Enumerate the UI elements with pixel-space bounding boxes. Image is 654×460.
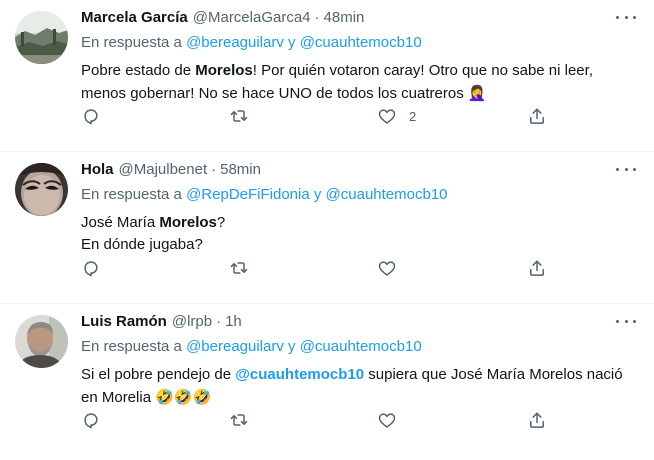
- share-button[interactable]: [527, 256, 547, 280]
- reply-mention[interactable]: @bereaguilarv: [186, 34, 284, 51]
- separator: ·: [216, 312, 222, 330]
- reply-icon: [84, 109, 98, 125]
- share-icon: [530, 412, 544, 428]
- reply-icon: [84, 413, 98, 429]
- tweet-header: Hola @Majulbenet · 58min: [81, 158, 638, 180]
- reply-icon: [84, 261, 98, 277]
- emoji: 🤦‍♀️: [467, 84, 487, 102]
- tweet-text: Pobre estado de Morelos! Por quién votar…: [81, 60, 638, 105]
- avatar[interactable]: [15, 163, 68, 216]
- emoji: 🤣🤣🤣: [155, 388, 212, 406]
- retweet-button[interactable]: [229, 104, 249, 128]
- reply-context: En respuesta a @bereaguilarv y @cuauhtem…: [81, 32, 638, 54]
- reply-prefix: En respuesta a: [81, 34, 182, 51]
- avatar[interactable]: [15, 315, 68, 368]
- display-name[interactable]: Luis Ramón: [81, 313, 167, 330]
- reply-context: En respuesta a @RepDeFiFidonia y @cuauht…: [81, 184, 638, 206]
- tweet-actions: 2: [81, 104, 551, 128]
- reply-button[interactable]: [81, 104, 101, 128]
- share-button[interactable]: [527, 104, 547, 128]
- reply-mention[interactable]: @cuauhtemocb10: [300, 34, 422, 51]
- reply-button[interactable]: [81, 256, 101, 280]
- reply-mention[interactable]: @cuauhtemocb10: [300, 338, 422, 355]
- retweet-icon: [230, 414, 248, 426]
- text-segment: En dónde jugaba?: [81, 236, 203, 253]
- reply-mention[interactable]: @RepDeFiFidonia: [186, 186, 310, 203]
- user-handle[interactable]: @lrpb: [172, 313, 212, 330]
- reply-prefix: En respuesta a: [81, 338, 182, 355]
- timeline: Marcela García @MarcelaGarca4 · 48min En…: [0, 0, 654, 456]
- timestamp[interactable]: 58min: [220, 161, 261, 178]
- retweet-button[interactable]: [229, 256, 249, 280]
- tweet-header: Marcela García @MarcelaGarca4 · 48min: [81, 6, 638, 28]
- tweet-text: José María Morelos? En dónde jugaba?: [81, 212, 638, 256]
- tweet-header: Luis Ramón @lrpb · 1h: [81, 310, 638, 332]
- tweet[interactable]: Luis Ramón @lrpb · 1h En respuesta a @be…: [0, 304, 654, 456]
- reply-join: y: [313, 186, 322, 203]
- tweet[interactable]: Marcela García @MarcelaGarca4 · 48min En…: [0, 0, 654, 152]
- like-button[interactable]: 2: [377, 104, 416, 128]
- user-handle[interactable]: @MarcelaGarca4: [193, 9, 311, 26]
- display-name[interactable]: Hola: [81, 161, 114, 178]
- display-name[interactable]: Marcela García: [81, 9, 188, 26]
- text-segment: Pobre estado de: [81, 62, 196, 79]
- tweet-content: Luis Ramón @lrpb · 1h En respuesta a @be…: [81, 310, 638, 409]
- tweet-actions: [81, 256, 551, 280]
- more-options-icon[interactable]: [616, 10, 636, 24]
- reply-join: y: [288, 338, 296, 355]
- reply-mention[interactable]: @bereaguilarv: [186, 338, 284, 355]
- timestamp[interactable]: 1h: [225, 313, 242, 330]
- share-icon: [530, 108, 544, 124]
- text-segment: José María: [81, 214, 160, 231]
- tweet-text: Si el pobre pendejo de @cuauhtemocb10 su…: [81, 364, 638, 409]
- like-icon: [378, 109, 396, 124]
- share-icon: [530, 260, 544, 276]
- timestamp[interactable]: 48min: [324, 9, 365, 26]
- share-button[interactable]: [527, 408, 547, 432]
- separator: ·: [314, 8, 320, 26]
- user-handle[interactable]: @Majulbenet: [119, 161, 208, 178]
- like-count: 2: [409, 108, 417, 124]
- separator: ·: [211, 160, 217, 178]
- like-icon: [378, 413, 396, 428]
- text-segment: Si el pobre pendejo de: [81, 366, 236, 383]
- text-segment: Morelos: [159, 214, 217, 231]
- reply-join: y: [288, 34, 296, 51]
- like-button[interactable]: [377, 408, 409, 432]
- reply-mention[interactable]: @cuauhtemocb10: [326, 186, 448, 203]
- like-icon: [378, 261, 396, 276]
- mention-link[interactable]: @cuauhtemocb10: [235, 366, 364, 383]
- landscape-photo-image: [15, 11, 68, 64]
- tweet-content: Marcela García @MarcelaGarca4 · 48min En…: [81, 6, 638, 105]
- text-segment: Morelos: [195, 62, 253, 79]
- more-options-icon[interactable]: [616, 162, 636, 176]
- reply-context: En respuesta a @bereaguilarv y @cuauhtem…: [81, 336, 638, 358]
- text-segment: ?: [216, 214, 226, 231]
- retweet-icon: [230, 262, 248, 274]
- retweet-icon: [230, 110, 248, 122]
- more-options-icon[interactable]: [616, 314, 636, 328]
- tweet-actions: [81, 408, 551, 432]
- like-button[interactable]: [377, 256, 409, 280]
- man-photo-image: [15, 315, 68, 368]
- retweet-button[interactable]: [229, 408, 249, 432]
- tweet-content: Hola @Majulbenet · 58min En respuesta a …: [81, 158, 638, 256]
- face-photo-image: [15, 163, 68, 216]
- avatar[interactable]: [15, 11, 68, 64]
- tweet[interactable]: Hola @Majulbenet · 58min En respuesta a …: [0, 152, 654, 304]
- reply-button[interactable]: [81, 408, 101, 432]
- reply-prefix: En respuesta a: [81, 186, 182, 203]
